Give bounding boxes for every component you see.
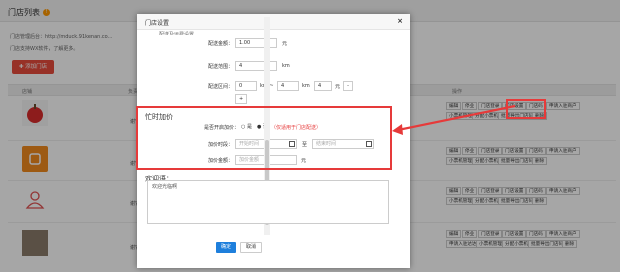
start-amount-label: 配送金额： [207, 41, 233, 47]
interval-label: 配送区间： [207, 84, 233, 90]
confirm-button[interactable]: 确定 [216, 242, 236, 253]
start-amount-input[interactable]: 1.00 [235, 38, 277, 48]
interval-fee-unit: 元 [335, 84, 341, 90]
remove-interval-button[interactable]: - [343, 81, 353, 91]
cancel-button[interactable]: 取消 [240, 242, 262, 253]
dialog-title: 门店设置 [145, 20, 170, 27]
interval-to-input[interactable]: 4 [277, 81, 299, 91]
range-input[interactable]: 4 [235, 61, 277, 71]
interval-fee-input[interactable]: 4 [314, 81, 332, 91]
busy-surcharge-highlight [136, 106, 392, 170]
start-amount-unit: 元 [282, 41, 288, 47]
welcome-textarea[interactable]: 欢迎光临啊 [147, 180, 389, 224]
close-icon[interactable]: × [397, 17, 403, 25]
dialog-header [137, 14, 410, 30]
range-unit: km [282, 63, 290, 69]
add-interval-button[interactable]: + [235, 94, 247, 104]
interval-from-input[interactable]: 0 [235, 81, 257, 91]
annotation-arrow [392, 104, 516, 135]
interval-km-unit: km [302, 83, 310, 89]
section-label-cut: 配送及运费设置 [159, 32, 195, 35]
range-label: 配送范围： [207, 64, 233, 70]
